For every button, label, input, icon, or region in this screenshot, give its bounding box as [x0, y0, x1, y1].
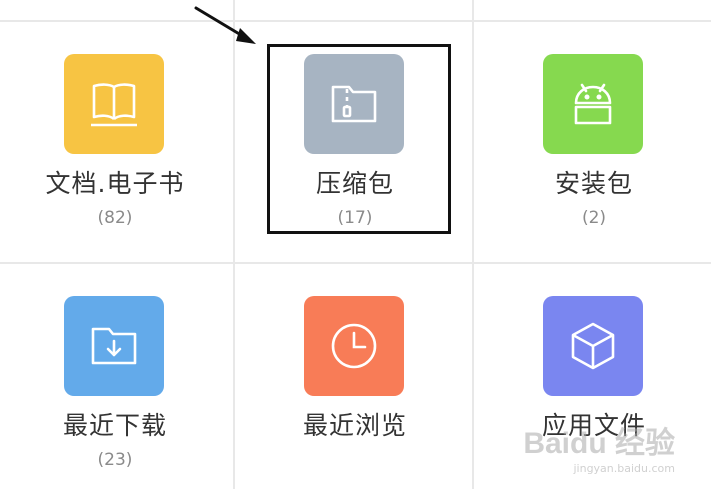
category-documents[interactable]: 文档.电子书 (82)	[0, 22, 230, 262]
pointer-arrow-icon	[194, 6, 256, 44]
category-label: 最近浏览	[302, 411, 407, 440]
grid-divider	[472, 0, 474, 489]
category-label: 压缩包	[315, 169, 394, 198]
category-installers[interactable]: 安装包 (2)	[479, 22, 709, 262]
category-recent-browsing[interactable]: 最近浏览	[240, 264, 470, 504]
clock-icon	[304, 296, 404, 396]
category-app-files[interactable]: 应用文件	[479, 264, 709, 504]
category-count: (2)	[581, 208, 607, 228]
category-grid: 文档.电子书 (82) 压缩包 (17) 安装包 (2) 最近下载 (23) 最…	[0, 0, 711, 489]
category-label: 最近下载	[62, 411, 167, 440]
category-label: 文档.电子书	[45, 169, 185, 198]
category-archives[interactable]: 压缩包 (17)	[240, 22, 470, 262]
category-count: (82)	[97, 208, 133, 228]
android-icon	[543, 54, 643, 154]
category-label: 安装包	[554, 169, 633, 198]
category-recent-downloads[interactable]: 最近下载 (23)	[0, 264, 230, 504]
book-icon	[64, 54, 164, 154]
category-label: 应用文件	[541, 411, 646, 440]
download-folder-icon	[64, 296, 164, 396]
category-count: (17)	[337, 208, 373, 228]
category-count: (23)	[97, 450, 133, 470]
zip-folder-icon	[304, 54, 404, 154]
grid-divider	[233, 0, 235, 489]
cube-icon	[543, 296, 643, 396]
